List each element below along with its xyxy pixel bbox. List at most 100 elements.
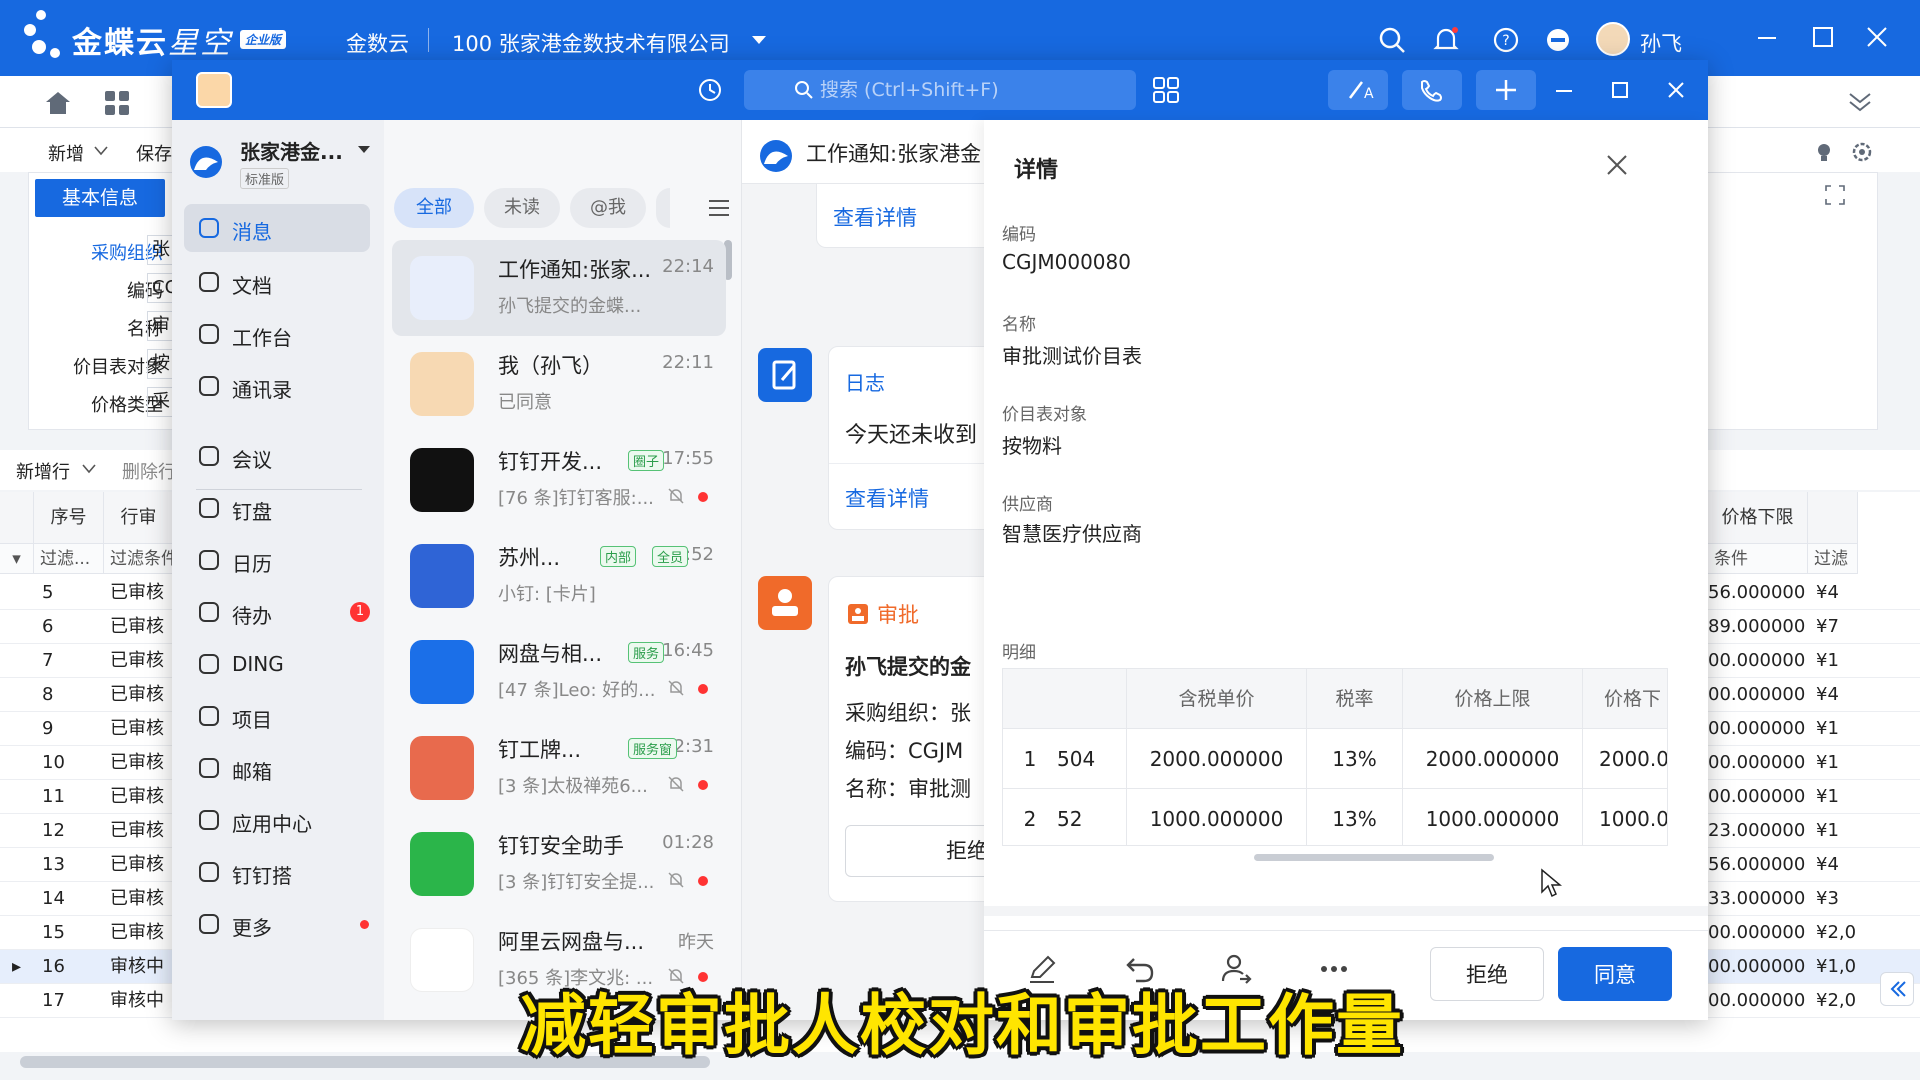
- minimize-icon[interactable]: [1550, 76, 1578, 104]
- table-header-cell: 含税单价: [1127, 669, 1307, 729]
- chevron-down-icon[interactable]: [94, 146, 108, 156]
- avatar[interactable]: [1596, 22, 1630, 56]
- filter-all[interactable]: 全部: [394, 188, 474, 228]
- list-item[interactable]: 我（孙飞） 22:11 已同意: [392, 336, 726, 432]
- bulb-icon[interactable]: [1812, 140, 1836, 164]
- chevron-down-icon[interactable]: [358, 146, 370, 153]
- add-row-button[interactable]: 新增行: [16, 458, 70, 484]
- view-detail-link[interactable]: 查看详情: [845, 483, 929, 513]
- detail-field-value: 智慧医疗供应商: [1002, 522, 1142, 546]
- sidebar-item-ding[interactable]: DING: [184, 640, 370, 688]
- cell-extra: ¥4: [1816, 582, 1839, 603]
- close-icon[interactable]: [1662, 76, 1690, 104]
- help-icon[interactable]: ?: [1492, 26, 1520, 54]
- cell-status: 已审核: [110, 786, 164, 807]
- save-button[interactable]: 保存: [136, 140, 172, 166]
- chevron-down-icon[interactable]: [82, 464, 96, 474]
- close-icon[interactable]: [1862, 22, 1892, 52]
- apps-grid-icon[interactable]: [104, 90, 130, 116]
- cell-price-lower: 00.000000: [1708, 956, 1806, 977]
- grid-header-row-status[interactable]: 行审: [104, 492, 174, 544]
- sidebar-item-todo[interactable]: 待办 1: [184, 588, 370, 636]
- list-item[interactable]: 钉钉开发... 17:55 [76 条]钉钉客服:... 圈子: [392, 432, 726, 528]
- collapse-panel-button[interactable]: [1880, 972, 1914, 1006]
- conversation-time: 16:45: [662, 640, 714, 661]
- conversation-name: 钉工牌...: [498, 738, 582, 762]
- sidebar-item-label: 消息: [232, 220, 272, 244]
- list-item[interactable]: 苏州... 16:52 小钉: [卡片] 内部 全员: [392, 528, 726, 624]
- minus-circle-icon[interactable]: [1544, 26, 1572, 54]
- divider: [196, 489, 362, 490]
- meeting-icon: [199, 446, 219, 466]
- double-chevron-down-icon[interactable]: [1846, 90, 1874, 114]
- search-input[interactable]: 搜索 (Ctrl+Shift+F): [744, 70, 1136, 110]
- sidebar-item-message[interactable]: 消息: [184, 204, 370, 252]
- sidebar-item-more[interactable]: 更多: [184, 900, 370, 948]
- history-icon[interactable]: [696, 76, 724, 104]
- view-detail-link[interactable]: 查看详情: [833, 202, 917, 232]
- sidebar-item-calendar[interactable]: 日历: [184, 536, 370, 584]
- sidebar-item-mail[interactable]: 邮箱: [184, 744, 370, 792]
- table-header-cell: 税率: [1307, 669, 1403, 729]
- filter-cell[interactable]: 过滤: [1808, 544, 1858, 574]
- search-icon[interactable]: [1378, 26, 1406, 54]
- filter-unread[interactable]: 未读: [484, 188, 560, 228]
- apps-grid-icon[interactable]: [1152, 76, 1180, 104]
- org-name[interactable]: 张家港金...: [240, 136, 343, 165]
- cell-extra: ¥1: [1816, 820, 1839, 841]
- sidebar-item-app-center[interactable]: 应用中心: [184, 796, 370, 844]
- tab-basic-info[interactable]: 基本信息: [35, 179, 165, 217]
- conversation-avatar: [410, 832, 474, 896]
- bell-icon[interactable]: [1432, 26, 1460, 54]
- cell-price-lower: 00.000000: [1708, 684, 1806, 705]
- log-text: 今天还未收到: [845, 423, 978, 448]
- sidebar-item-label: 项目: [232, 708, 272, 732]
- sidebar-item-doc[interactable]: 文档: [184, 258, 370, 306]
- avatar[interactable]: [196, 72, 232, 108]
- cell-price-lower: 33.000000: [1708, 888, 1806, 909]
- list-item[interactable]: 钉工牌... 12:31 [3 条]太极禅苑6... 服务窗: [392, 720, 726, 816]
- app-name[interactable]: 金数云: [346, 28, 409, 58]
- gear-icon[interactable]: [1850, 140, 1874, 164]
- maximize-icon[interactable]: [1808, 22, 1838, 52]
- table-scrollbar[interactable]: [1254, 854, 1494, 861]
- call-button[interactable]: [1402, 70, 1462, 110]
- delete-row-button[interactable]: 删除行: [122, 458, 176, 484]
- sidebar-item-drive[interactable]: 钉盘: [184, 484, 370, 532]
- grid-header-seq[interactable]: 序号: [34, 492, 104, 544]
- minimize-icon[interactable]: [1752, 22, 1782, 52]
- list-item[interactable]: 钉钉安全助手 01:28 [3 条]钉钉安全提...: [392, 816, 726, 912]
- fullscreen-icon[interactable]: [1825, 185, 1845, 205]
- org-logo-icon[interactable]: [186, 140, 226, 180]
- detail-title: 详情: [1014, 158, 1059, 183]
- company-selector[interactable]: 100 张家港金数技术有限公司: [452, 28, 730, 58]
- cell-price-lower: 00.000000: [1708, 752, 1806, 773]
- ai-assistant-button[interactable]: A: [1328, 70, 1388, 110]
- menu-icon[interactable]: [708, 198, 730, 218]
- maximize-icon[interactable]: [1606, 76, 1634, 104]
- user-name[interactable]: 孙飞: [1640, 28, 1682, 58]
- list-item[interactable]: 工作通知:张家... 22:14 孙飞提交的金蝶...: [392, 240, 726, 336]
- sidebar-item-meeting[interactable]: 会议: [184, 432, 370, 480]
- sidebar-item-project[interactable]: 项目: [184, 692, 370, 740]
- reject-button[interactable]: 拒绝: [1430, 947, 1544, 1001]
- sidebar-item-contacts[interactable]: 通讯录: [184, 362, 370, 410]
- grid-header-price-lower[interactable]: 价格下限: [1708, 492, 1808, 544]
- add-button[interactable]: [1476, 70, 1536, 110]
- filter-cell[interactable]: 条件: [1708, 544, 1808, 574]
- list-item[interactable]: 网盘与相... 16:45 [47 条]Leo: 好的... 服务: [392, 624, 726, 720]
- filter-cell[interactable]: 过滤...: [34, 544, 104, 574]
- conversation-avatar: [410, 736, 474, 800]
- sidebar-item-workbench[interactable]: 工作台: [184, 310, 370, 358]
- filter-mention[interactable]: @我: [570, 188, 646, 228]
- filter-cell[interactable]: 过滤条件: [104, 544, 174, 574]
- workbench-icon: [199, 324, 219, 344]
- chevron-down-icon[interactable]: [752, 36, 766, 44]
- filter-more[interactable]: [656, 188, 670, 228]
- sidebar-item-dingda[interactable]: 钉钉搭: [184, 848, 370, 896]
- filter-icon[interactable]: ▾: [0, 544, 34, 574]
- approve-button[interactable]: 同意: [1558, 947, 1672, 1001]
- close-icon[interactable]: [1606, 154, 1628, 176]
- home-icon[interactable]: [44, 90, 72, 116]
- new-button[interactable]: 新增: [48, 140, 84, 166]
